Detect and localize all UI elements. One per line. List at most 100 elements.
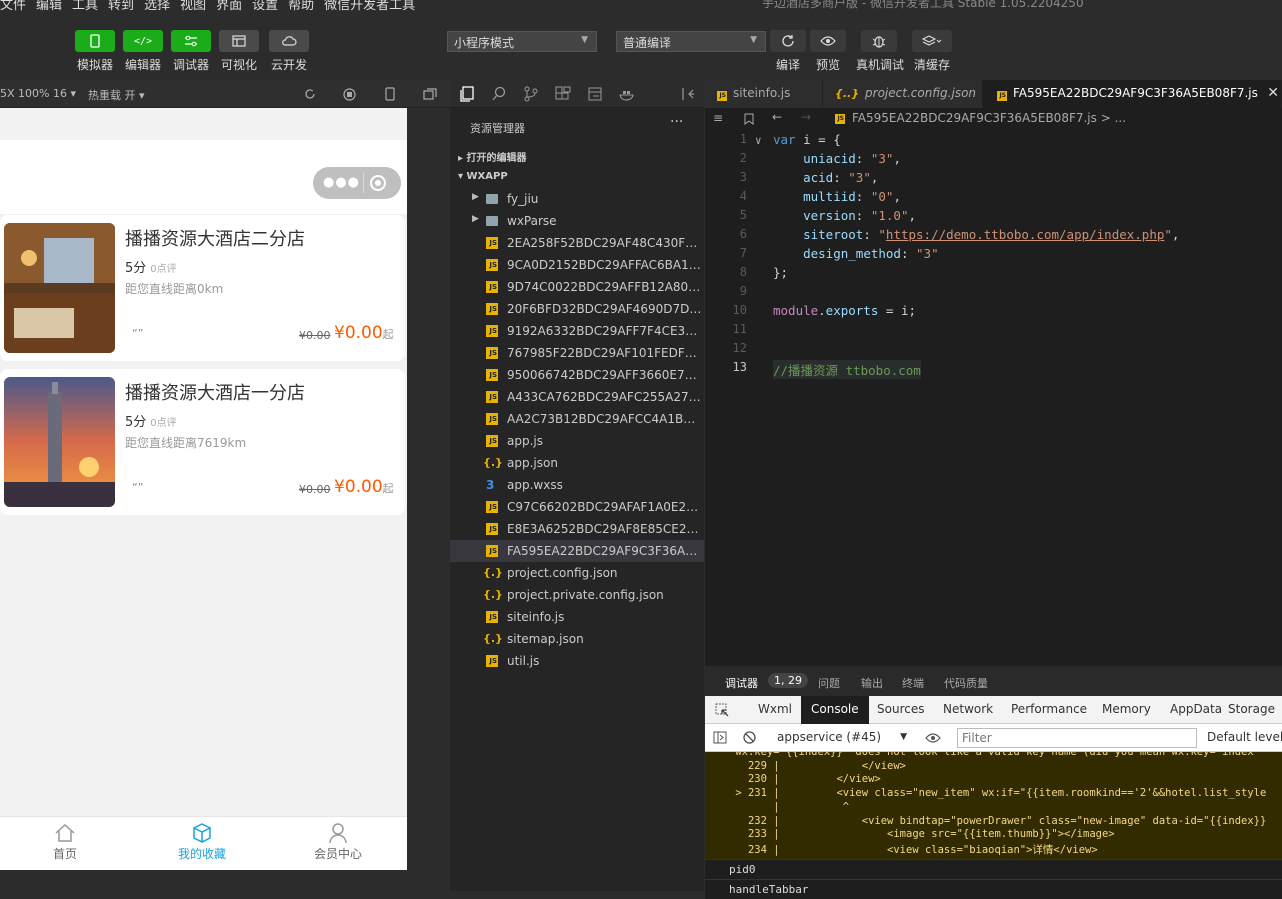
menu-file[interactable]: 文件	[0, 0, 26, 12]
log-levels-select[interactable]: Default levels	[1207, 730, 1282, 744]
more-dots-icon[interactable]: ●●●	[323, 175, 360, 190]
tab-network[interactable]: Network	[943, 702, 993, 716]
fold-chevron-icon[interactable]: ∨	[755, 134, 762, 147]
refresh-icon[interactable]	[304, 88, 316, 100]
menu-settings[interactable]: 设置	[252, 0, 278, 12]
list-icon[interactable]: ≡	[713, 111, 723, 125]
tab-siteinfo[interactable]: JS siteinfo.js	[705, 80, 823, 108]
tab-storage[interactable]: Storage	[1228, 702, 1275, 716]
tab-project-config[interactable]: {..} project.config.json	[823, 80, 983, 108]
menu-tools[interactable]: 工具	[72, 0, 98, 12]
file-item[interactable]: JS 767985F22BDC29AF101FEDF571...	[450, 342, 704, 364]
file-item[interactable]: JS AA2C73B12BDC29AFCC4A1BB6...	[450, 408, 704, 430]
close-icon[interactable]: ✕	[1267, 85, 1279, 101]
template-icon[interactable]	[587, 86, 603, 102]
menu-edit[interactable]: 编辑	[36, 0, 62, 12]
stop-icon[interactable]	[343, 88, 356, 101]
tab-home[interactable]: 首页	[15, 821, 115, 862]
debugger-button[interactable]	[171, 30, 211, 52]
forward-arrow-icon[interactable]: →	[801, 110, 811, 124]
folder-item[interactable]: ▶ wxParse	[450, 210, 704, 232]
compile-mode-select[interactable]: 普通编译 ▼	[616, 31, 766, 52]
sidebar-toggle-icon[interactable]	[713, 731, 727, 744]
inspect-element-icon[interactable]	[715, 703, 729, 717]
code-link[interactable]: https://demo.ttbobo.com/app/index.php	[886, 227, 1164, 242]
file-item[interactable]: JS E8E3A6252BDC29AF8E85CE226...	[450, 518, 704, 540]
tab-performance[interactable]: Performance	[1011, 702, 1087, 716]
tab-debugger[interactable]: 调试器	[725, 675, 758, 691]
window-icon[interactable]	[423, 88, 437, 100]
phone-icon[interactable]	[385, 87, 395, 101]
tab-sources[interactable]: Sources	[877, 702, 924, 716]
file-item[interactable]: JS C97C66202BDC29AFAF1A0E274...	[450, 496, 704, 518]
compile-button[interactable]	[770, 30, 806, 52]
tab-favorites[interactable]: 我的收藏	[152, 821, 252, 862]
tab-fa595[interactable]: JS FA595EA22BDC29AF9C3F36A5EB08F7.js ✕	[983, 80, 1282, 108]
tab-console[interactable]: Console	[801, 696, 869, 724]
search-icon[interactable]	[491, 86, 507, 102]
source-control-icon[interactable]	[523, 86, 539, 102]
menu-select[interactable]: 选择	[144, 0, 170, 12]
menu-goto[interactable]: 转到	[108, 0, 134, 12]
menu-view[interactable]: 视图	[180, 0, 206, 12]
file-item[interactable]: JS 20F6BFD32BDC29AF4690D7D4B...	[450, 298, 704, 320]
file-item[interactable]: JS 2EA258F52BDC29AF48C430F2D...	[450, 232, 704, 254]
clear-console-icon[interactable]	[743, 731, 756, 744]
files-icon[interactable]	[459, 86, 475, 102]
file-item[interactable]: JS util.js	[450, 650, 704, 672]
js-file-icon: JS	[835, 114, 845, 124]
tab-memory[interactable]: Memory	[1102, 702, 1151, 716]
cloud-button[interactable]	[269, 30, 309, 52]
tab-appdata[interactable]: AppData	[1170, 702, 1222, 716]
file-item[interactable]: JS 9D74C0022BDC29AFFB12A8050...	[450, 276, 704, 298]
project-section[interactable]: ▾ WXAPP	[450, 166, 704, 188]
open-editors-section[interactable]: ▸ 打开的编辑器	[450, 144, 704, 166]
file-item[interactable]: JS A433CA762BDC29AFC255A2714...	[450, 386, 704, 408]
menu-interface[interactable]: 界面	[216, 0, 242, 12]
menu-help[interactable]: 帮助	[288, 0, 314, 12]
visual-button[interactable]	[219, 30, 259, 52]
real-debug-button[interactable]	[861, 30, 897, 52]
simulator-button[interactable]	[75, 30, 115, 52]
line-number: 8	[739, 265, 747, 279]
hot-reload-select[interactable]: 热重载 开 ▾	[88, 87, 145, 103]
menu-devtools[interactable]: 微信开发者工具	[324, 0, 415, 12]
file-item[interactable]: {.} project.private.config.json	[450, 584, 704, 606]
zoom-select[interactable]: 5X 100% 16 ▾	[0, 87, 76, 100]
extensions-icon[interactable]	[555, 86, 571, 102]
collapse-panel-icon[interactable]	[680, 86, 696, 102]
file-item[interactable]: {.} sitemap.json	[450, 628, 704, 650]
tab-output[interactable]: 输出	[861, 675, 883, 691]
explorer-more-button[interactable]: ···	[670, 114, 683, 130]
bookmark-icon[interactable]	[744, 113, 754, 125]
file-item[interactable]: {.} app.json	[450, 452, 704, 474]
tab-code-quality[interactable]: 代码质量	[944, 675, 988, 691]
folder-item[interactable]: ▶ fy_jiu	[450, 188, 704, 210]
tab-member[interactable]: 会员中心	[288, 821, 388, 862]
file-item[interactable]: JS 9CA0D2152BDC29AFFAC6BA12E...	[450, 254, 704, 276]
file-name: 950066742BDC29AFF3660E7331...	[507, 368, 703, 382]
file-item[interactable]: JS 950066742BDC29AFF3660E7331...	[450, 364, 704, 386]
context-select[interactable]: appservice (#45) ▼	[777, 730, 907, 744]
preview-button[interactable]	[810, 30, 846, 52]
tab-terminal[interactable]: 终端	[902, 675, 924, 691]
docker-icon[interactable]	[619, 86, 635, 102]
file-item[interactable]: JS app.js	[450, 430, 704, 452]
mode-select[interactable]: 小程序模式 ▼	[447, 31, 597, 52]
file-item[interactable]: 3 app.wxss	[450, 474, 704, 496]
file-item[interactable]: JS 9192A6332BDC29AFF7F4CE3453...	[450, 320, 704, 342]
tab-wxml[interactable]: Wxml	[758, 702, 792, 716]
clear-cache-button[interactable]	[912, 30, 952, 52]
file-item[interactable]: JS FA595EA22BDC29AF9C3F36A5E...	[450, 540, 704, 562]
hotel-card[interactable]: 播播资源大酒店二分店 5分 0点评 距您直线距离0km “” ¥0.00 ¥0.0…	[0, 215, 405, 361]
close-circle-icon[interactable]	[369, 174, 387, 192]
file-item[interactable]: {.} project.config.json	[450, 562, 704, 584]
editor-button[interactable]: </>	[123, 30, 163, 52]
tab-problems[interactable]: 问题	[818, 675, 840, 691]
file-item[interactable]: JS siteinfo.js	[450, 606, 704, 628]
hotel-card[interactable]: 播播资源大酒店一分店 5分 0点评 距您直线距离7619km “” ¥0.00 ¥…	[0, 369, 405, 515]
miniprogram-capsule[interactable]: ●●●	[313, 167, 401, 199]
back-arrow-icon[interactable]: ←	[772, 110, 782, 124]
console-filter-input[interactable]	[957, 728, 1197, 748]
eye-icon[interactable]	[925, 733, 941, 743]
